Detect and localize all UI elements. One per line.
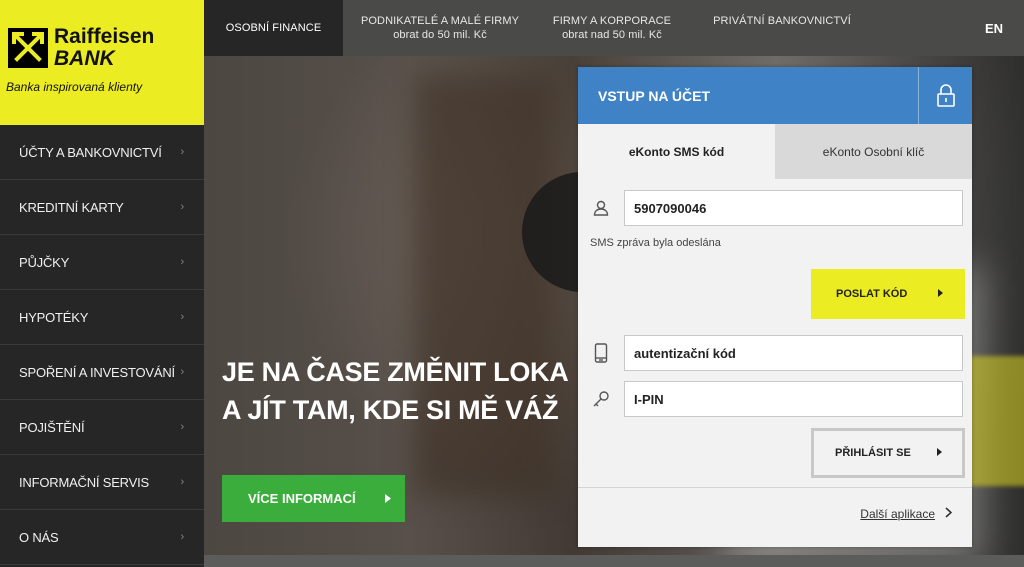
tab-privatni-bankovnictvi[interactable]: PRIVÁTNÍ BANKOVNICTVÍ xyxy=(687,0,877,56)
username-row: 5907090046 xyxy=(578,190,972,226)
send-code-label: POSLAT KÓD xyxy=(836,288,908,300)
hero-headline-line2: A JÍT TAM, KDE SI MĚ VÁŽ xyxy=(222,395,559,425)
hero-headline-line1: JE NA ČASE ZMĚNIT LOKA xyxy=(222,357,569,387)
tab-ekonto-osobni-klic[interactable]: eKonto Osobní klíč xyxy=(775,124,972,179)
side-menu: ÚČTY A BANKOVNICTVÍ › KREDITNÍ KARTY › PŮJ… xyxy=(0,125,204,567)
menu-item-pojisteni[interactable]: POJIŠTĚNÍ › xyxy=(0,400,204,455)
chevron-right-icon: › xyxy=(180,366,185,378)
auth-code-field[interactable]: autentizační kód xyxy=(624,335,963,371)
chevron-right-icon: › xyxy=(180,311,185,323)
hero-bg-shape xyxy=(414,76,554,496)
lock-icon[interactable] xyxy=(918,67,972,124)
tab-ekonto-sms[interactable]: eKonto SMS kód xyxy=(578,124,775,179)
divider xyxy=(578,487,972,488)
key-icon xyxy=(578,390,624,408)
more-apps-link[interactable]: Další aplikace xyxy=(860,507,935,521)
brand-name: Raiffeisen BANK xyxy=(54,26,154,70)
triangle-right-icon xyxy=(937,447,942,459)
tab-firmy-korporace[interactable]: FIRMY A KORPORACE obrat nad 50 mil. Kč xyxy=(537,0,687,56)
chevron-right-icon: › xyxy=(180,201,185,213)
login-button-label: PŘIHLÁSIT SE xyxy=(835,447,911,459)
tab-sublabel: obrat do 50 mil. Kč xyxy=(393,29,487,41)
triangle-right-icon xyxy=(385,491,391,506)
top-navigation: OSOBNÍ FINANCE PODNIKATELÉ A MALÉ FIRMY … xyxy=(204,0,1024,56)
menu-item-label: POJIŠTĚNÍ xyxy=(19,419,85,435)
login-form: 5907090046 SMS zpráva byla odeslána POSL… xyxy=(578,179,972,547)
login-button[interactable]: PŘIHLÁSIT SE xyxy=(811,428,965,478)
tab-sublabel: obrat nad 50 mil. Kč xyxy=(562,29,662,41)
login-header: VSTUP NA ÚČET xyxy=(578,67,972,124)
chevron-right-icon: › xyxy=(180,146,185,158)
menu-item-pujcky[interactable]: PŮJČKY › xyxy=(0,235,204,290)
menu-item-label: SPOŘENÍ A INVESTOVÁNÍ xyxy=(19,364,175,380)
login-title: VSTUP NA ÚČET xyxy=(598,87,711,104)
user-icon xyxy=(578,200,624,216)
ipin-field[interactable]: I-PIN xyxy=(624,381,963,417)
brand-tagline: Banka inspirovaná klienty xyxy=(6,80,143,94)
language-switch[interactable]: EN xyxy=(964,0,1024,56)
login-panel: VSTUP NA ÚČET eKonto SMS kód eKonto Osob… xyxy=(578,67,972,547)
tab-osobni-finance[interactable]: OSOBNÍ FINANCE xyxy=(204,0,343,56)
tab-label: PODNIKATELÉ A MALÉ FIRMY xyxy=(360,15,520,27)
sms-sent-note: SMS zpráva byla odeslána xyxy=(590,237,721,249)
menu-item-o-nas[interactable]: O NÁS › xyxy=(0,510,204,565)
chevron-right-icon: › xyxy=(180,531,185,543)
ipin-row: I-PIN xyxy=(578,381,972,417)
menu-item-label: HYPOTÉKY xyxy=(19,309,89,325)
tab-label: PRIVÁTNÍ BANKOVNICTVÍ xyxy=(713,15,851,27)
tab-label: FIRMY A KORPORACE xyxy=(552,15,672,27)
chevron-right-icon: › xyxy=(180,256,185,268)
more-info-button[interactable]: VÍCE INFORMACÍ xyxy=(222,475,405,522)
hero-headline: JE NA ČASE ZMĚNIT LOKA A JÍT TAM, KDE SI… xyxy=(222,353,569,429)
menu-item-hypoteky[interactable]: HYPOTÉKY › xyxy=(0,290,204,345)
phone-icon xyxy=(578,343,624,363)
brand-logo[interactable]: Raiffeisen BANK Banka inspirovaná klient… xyxy=(0,0,204,125)
tab-podnikatele[interactable]: PODNIKATELÉ A MALÉ FIRMY obrat do 50 mil… xyxy=(343,0,537,56)
menu-item-kreditni-karty[interactable]: KREDITNÍ KARTY › xyxy=(0,180,204,235)
chevron-right-icon: › xyxy=(180,421,185,433)
chevron-right-icon[interactable] xyxy=(945,507,953,521)
raiffeisen-cross-icon xyxy=(8,28,48,68)
tab-label: OSOBNÍ FINANCE xyxy=(225,22,322,34)
auth-code-row: autentizační kód xyxy=(578,335,972,371)
menu-item-label: KREDITNÍ KARTY xyxy=(19,199,124,215)
brand-name-line2: BANK xyxy=(54,47,115,70)
brand-name-line1: Raiffeisen xyxy=(54,25,155,48)
more-info-label: VÍCE INFORMACÍ xyxy=(248,491,356,506)
menu-item-sporeni[interactable]: SPOŘENÍ A INVESTOVÁNÍ › xyxy=(0,345,204,400)
menu-item-label: PŮJČKY xyxy=(19,254,70,270)
menu-item-label: ÚČTY A BANKOVNICTVÍ xyxy=(19,144,162,160)
more-apps: Další aplikace xyxy=(860,507,953,521)
menu-item-informacni-servis[interactable]: INFORMAČNÍ SERVIS › xyxy=(0,455,204,510)
send-code-button[interactable]: POSLAT KÓD xyxy=(811,269,965,319)
menu-item-label: INFORMAČNÍ SERVIS xyxy=(19,474,149,490)
login-method-tabs: eKonto SMS kód eKonto Osobní klíč xyxy=(578,124,972,179)
triangle-right-icon xyxy=(938,288,943,300)
menu-item-label: O NÁS xyxy=(19,529,59,545)
chevron-right-icon: › xyxy=(180,476,185,488)
menu-item-ucty[interactable]: ÚČTY A BANKOVNICTVÍ › xyxy=(0,125,204,180)
hero-bg-logo xyxy=(966,356,1024,486)
hero-bg-strip xyxy=(204,555,1024,567)
username-input[interactable]: 5907090046 xyxy=(624,190,963,226)
